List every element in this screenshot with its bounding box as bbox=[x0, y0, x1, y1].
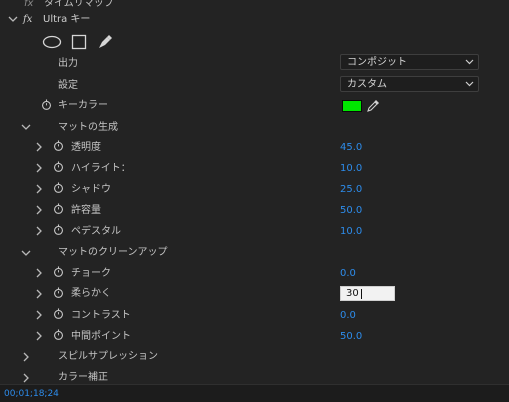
param-label: ペデスタル bbox=[71, 226, 121, 237]
param-value[interactable]: 0.0 bbox=[340, 267, 356, 281]
soften-value-input[interactable]: 30 bbox=[340, 286, 395, 301]
chevron-right-icon[interactable] bbox=[34, 163, 44, 173]
chevron-right-icon[interactable] bbox=[21, 352, 31, 362]
stopwatch-icon[interactable] bbox=[53, 140, 64, 151]
param-value[interactable]: 50.0 bbox=[340, 204, 362, 218]
color-correction-label: カラー補正 bbox=[58, 372, 108, 383]
setting-dropdown[interactable]: カスタム bbox=[340, 76, 479, 92]
chevron-right-icon[interactable] bbox=[34, 205, 44, 215]
chevron-right-icon[interactable] bbox=[34, 289, 44, 299]
param-label: シャドウ bbox=[71, 184, 111, 195]
chevron-right-icon[interactable] bbox=[21, 373, 31, 383]
chevron-down-icon[interactable] bbox=[21, 248, 31, 258]
param-label: 柔らかく bbox=[71, 288, 111, 299]
key-color-row: キーカラー bbox=[0, 97, 509, 118]
matte-cleanup-label: マットのクリーンアップ bbox=[58, 247, 168, 258]
chevron-down-icon[interactable] bbox=[21, 122, 31, 132]
output-dropdown[interactable]: コンポジット bbox=[340, 54, 479, 70]
stopwatch-icon[interactable] bbox=[53, 203, 64, 214]
fx-toggle-icon[interactable]: fx bbox=[23, 13, 32, 27]
chevron-down-icon bbox=[465, 59, 474, 65]
effect-name: Ultra キー bbox=[43, 14, 91, 25]
param-row-shadow: シャドウ 25.0 bbox=[0, 181, 509, 202]
setting-value: カスタム bbox=[347, 79, 387, 90]
color-correction-group[interactable]: カラー補正 bbox=[0, 370, 509, 384]
chevron-right-icon[interactable] bbox=[34, 226, 44, 236]
key-color-swatch[interactable] bbox=[342, 100, 362, 112]
effect-header-ultra-key[interactable]: fx Ultra キー bbox=[0, 10, 509, 31]
spill-suppression-group[interactable]: スピルサプレッション bbox=[0, 349, 509, 370]
param-label: 中間ポイント bbox=[71, 331, 131, 342]
chevron-right-icon[interactable] bbox=[34, 268, 44, 278]
chevron-right-icon[interactable] bbox=[34, 184, 44, 194]
param-value[interactable]: 50.0 bbox=[340, 330, 362, 344]
stopwatch-icon[interactable] bbox=[53, 182, 64, 193]
output-row: 出力 コンポジット bbox=[0, 54, 509, 75]
setting-label: 設定 bbox=[58, 80, 78, 91]
param-label: 透明度 bbox=[71, 142, 101, 153]
stopwatch-icon[interactable] bbox=[53, 224, 64, 235]
param-row-contrast: コントラスト 0.0 bbox=[0, 307, 509, 328]
chevron-right-icon[interactable] bbox=[34, 331, 44, 341]
effect-controls-panel: fx タイムリマップ fx Ultra キー 出力 コンポジット 設定 カスタム… bbox=[0, 0, 509, 384]
chevron-right-icon[interactable] bbox=[34, 310, 44, 320]
param-row-transparency: 透明度 45.0 bbox=[0, 139, 509, 160]
soften-value-text: 30 bbox=[346, 288, 359, 299]
param-row-highlight: ハイライト： 10.0 bbox=[0, 160, 509, 181]
current-timecode[interactable]: 00;01;18;24 bbox=[4, 388, 59, 400]
status-bar: 00;01;18;24 bbox=[0, 384, 509, 402]
chevron-right-icon[interactable] bbox=[34, 142, 44, 152]
param-label: ハイライト： bbox=[71, 163, 131, 174]
output-value: コンポジット bbox=[347, 57, 407, 68]
param-row-pedestal: ペデスタル 10.0 bbox=[0, 223, 509, 244]
chevron-down-icon bbox=[465, 81, 474, 87]
spill-suppression-label: スピルサプレッション bbox=[58, 351, 158, 362]
param-label: コントラスト bbox=[71, 310, 131, 321]
matte-cleanup-group[interactable]: マットのクリーンアップ bbox=[0, 244, 509, 265]
text-caret bbox=[361, 289, 362, 299]
chevron-down-icon[interactable] bbox=[8, 14, 18, 24]
param-row-soften: 柔らかく bbox=[0, 286, 509, 307]
pen-mask-icon[interactable] bbox=[97, 34, 113, 50]
matte-generation-label: マットの生成 bbox=[58, 122, 118, 133]
rectangle-mask-icon[interactable] bbox=[71, 34, 87, 50]
stopwatch-icon[interactable] bbox=[53, 287, 64, 298]
param-value[interactable]: 0.0 bbox=[340, 309, 356, 323]
param-row-midpoint: 中間ポイント 50.0 bbox=[0, 328, 509, 349]
ellipse-mask-icon[interactable] bbox=[42, 35, 62, 49]
stopwatch-icon[interactable] bbox=[53, 161, 64, 172]
param-row-tolerance: 許容量 50.0 bbox=[0, 202, 509, 223]
param-label: 許容量 bbox=[71, 205, 101, 216]
eyedropper-icon[interactable] bbox=[366, 98, 381, 113]
stopwatch-icon[interactable] bbox=[53, 329, 64, 340]
output-label: 出力 bbox=[58, 58, 78, 69]
key-color-label: キーカラー bbox=[58, 100, 108, 111]
param-value[interactable]: 45.0 bbox=[340, 141, 362, 155]
param-value[interactable]: 25.0 bbox=[340, 183, 362, 197]
mask-tools bbox=[0, 32, 509, 53]
setting-row: 設定 カスタム bbox=[0, 76, 509, 97]
param-label: チョーク bbox=[71, 268, 111, 279]
param-row-choke: チョーク 0.0 bbox=[0, 265, 509, 286]
stopwatch-icon[interactable] bbox=[53, 308, 64, 319]
stopwatch-icon[interactable] bbox=[41, 99, 52, 110]
param-value[interactable]: 10.0 bbox=[340, 225, 362, 239]
matte-generation-group[interactable]: マットの生成 bbox=[0, 118, 509, 139]
stopwatch-icon[interactable] bbox=[53, 266, 64, 277]
param-value[interactable]: 10.0 bbox=[340, 162, 362, 176]
